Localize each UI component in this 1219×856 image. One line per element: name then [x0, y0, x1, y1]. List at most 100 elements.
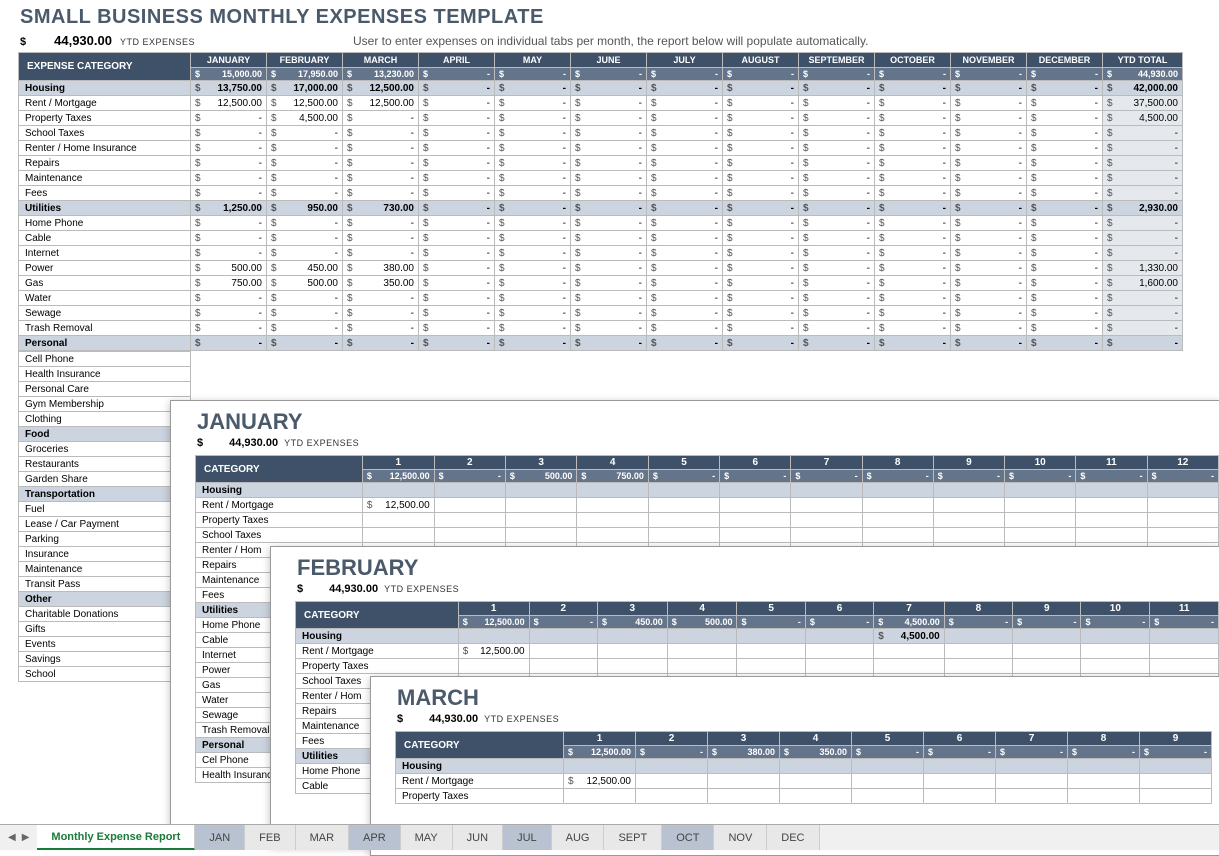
- value-cell[interactable]: $-: [571, 276, 647, 291]
- category-cell[interactable]: Insurance: [19, 547, 191, 562]
- value-cell[interactable]: $-: [1027, 336, 1103, 351]
- value-cell[interactable]: $-: [723, 186, 799, 201]
- value-cell[interactable]: [458, 659, 529, 674]
- value-cell[interactable]: [944, 629, 1012, 644]
- value-cell[interactable]: $-: [647, 246, 723, 261]
- value-cell[interactable]: [720, 513, 791, 528]
- value-cell[interactable]: $-: [723, 156, 799, 171]
- value-cell[interactable]: [434, 513, 505, 528]
- value-cell[interactable]: $-: [1027, 96, 1103, 111]
- value-cell[interactable]: $-: [875, 276, 951, 291]
- value-cell[interactable]: [648, 513, 719, 528]
- value-cell[interactable]: $-: [799, 171, 875, 186]
- value-cell[interactable]: $950.00: [267, 201, 343, 216]
- value-cell[interactable]: [805, 659, 873, 674]
- category-cell[interactable]: Restaurants: [19, 457, 191, 472]
- category-cell[interactable]: Water: [19, 291, 191, 306]
- category-cell[interactable]: Maintenance: [19, 562, 191, 577]
- value-cell[interactable]: $-: [799, 261, 875, 276]
- value-cell[interactable]: [874, 644, 944, 659]
- value-cell[interactable]: $-: [951, 246, 1027, 261]
- category-cell[interactable]: Rent / Mortgage: [19, 96, 191, 111]
- value-cell[interactable]: [1081, 644, 1150, 659]
- category-cell[interactable]: Housing: [19, 81, 191, 96]
- value-cell[interactable]: $-: [495, 111, 571, 126]
- value-cell[interactable]: $-: [875, 171, 951, 186]
- value-cell[interactable]: [648, 498, 719, 513]
- value-cell[interactable]: $-: [343, 126, 419, 141]
- value-cell[interactable]: [933, 528, 1004, 543]
- value-cell[interactable]: $-: [723, 261, 799, 276]
- category-cell[interactable]: Gas: [19, 276, 191, 291]
- value-cell[interactable]: [1140, 759, 1212, 774]
- value-cell[interactable]: [720, 498, 791, 513]
- value-cell[interactable]: $-: [1027, 171, 1103, 186]
- value-cell[interactable]: $-: [799, 321, 875, 336]
- tab-jul[interactable]: JUL: [503, 825, 552, 850]
- value-cell[interactable]: $-: [191, 231, 267, 246]
- value-cell[interactable]: [1068, 774, 1140, 789]
- value-cell[interactable]: [874, 659, 944, 674]
- value-cell[interactable]: $-: [723, 231, 799, 246]
- category-cell[interactable]: Garden Share: [19, 472, 191, 487]
- value-cell[interactable]: $-: [951, 261, 1027, 276]
- category-cell[interactable]: Savings: [19, 652, 191, 667]
- value-cell[interactable]: $450.00: [267, 261, 343, 276]
- value-cell[interactable]: $-: [951, 336, 1027, 351]
- value-cell[interactable]: [529, 659, 597, 674]
- value-cell[interactable]: [1081, 629, 1150, 644]
- value-cell[interactable]: $-: [571, 156, 647, 171]
- value-cell[interactable]: $12,500.00: [343, 96, 419, 111]
- value-cell[interactable]: [434, 483, 505, 498]
- value-cell[interactable]: [362, 513, 434, 528]
- value-cell[interactable]: $-: [1027, 81, 1103, 96]
- value-cell[interactable]: [1140, 789, 1212, 804]
- category-cell[interactable]: Lease / Car Payment: [19, 517, 191, 532]
- value-cell[interactable]: $-: [951, 111, 1027, 126]
- value-cell[interactable]: $-: [647, 81, 723, 96]
- value-cell[interactable]: $-: [419, 186, 495, 201]
- value-cell[interactable]: $-: [875, 111, 951, 126]
- value-cell[interactable]: [933, 483, 1004, 498]
- value-cell[interactable]: $-: [495, 306, 571, 321]
- value-cell[interactable]: $-: [267, 246, 343, 261]
- value-cell[interactable]: $-: [799, 96, 875, 111]
- value-cell[interactable]: $-: [571, 201, 647, 216]
- value-cell[interactable]: $-: [951, 186, 1027, 201]
- value-cell[interactable]: $-: [875, 306, 951, 321]
- category-cell[interactable]: Personal Care: [19, 382, 191, 397]
- category-cell[interactable]: Fuel: [19, 502, 191, 517]
- value-cell[interactable]: $-: [951, 201, 1027, 216]
- value-cell[interactable]: $-: [419, 291, 495, 306]
- value-cell[interactable]: $500.00: [191, 261, 267, 276]
- value-cell[interactable]: $-: [723, 306, 799, 321]
- category-cell[interactable]: Gifts: [19, 622, 191, 637]
- value-cell[interactable]: [636, 789, 708, 804]
- category-cell[interactable]: Rent / Mortgage: [196, 498, 363, 513]
- category-cell[interactable]: Transit Pass: [19, 577, 191, 592]
- value-cell[interactable]: $-: [951, 141, 1027, 156]
- value-cell[interactable]: $-: [647, 171, 723, 186]
- value-cell[interactable]: $-: [1027, 111, 1103, 126]
- category-cell[interactable]: Utilities: [19, 201, 191, 216]
- value-cell[interactable]: $-: [875, 231, 951, 246]
- category-cell[interactable]: Groceries: [19, 442, 191, 457]
- value-cell[interactable]: $-: [267, 126, 343, 141]
- value-cell[interactable]: $-: [875, 96, 951, 111]
- value-cell[interactable]: $-: [647, 306, 723, 321]
- value-cell[interactable]: $-: [723, 81, 799, 96]
- category-cell[interactable]: Clothing: [19, 412, 191, 427]
- value-cell[interactable]: $750.00: [191, 276, 267, 291]
- value-cell[interactable]: $-: [191, 156, 267, 171]
- value-cell[interactable]: $-: [647, 201, 723, 216]
- value-cell[interactable]: [780, 774, 852, 789]
- value-cell[interactable]: $-: [875, 336, 951, 351]
- value-cell[interactable]: $-: [571, 141, 647, 156]
- value-cell[interactable]: $-: [571, 336, 647, 351]
- category-cell[interactable]: Property Taxes: [396, 789, 564, 804]
- value-cell[interactable]: $-: [647, 156, 723, 171]
- value-cell[interactable]: [996, 759, 1068, 774]
- value-cell[interactable]: [1005, 513, 1076, 528]
- tab-mar[interactable]: MAR: [296, 825, 349, 850]
- value-cell[interactable]: [944, 659, 1012, 674]
